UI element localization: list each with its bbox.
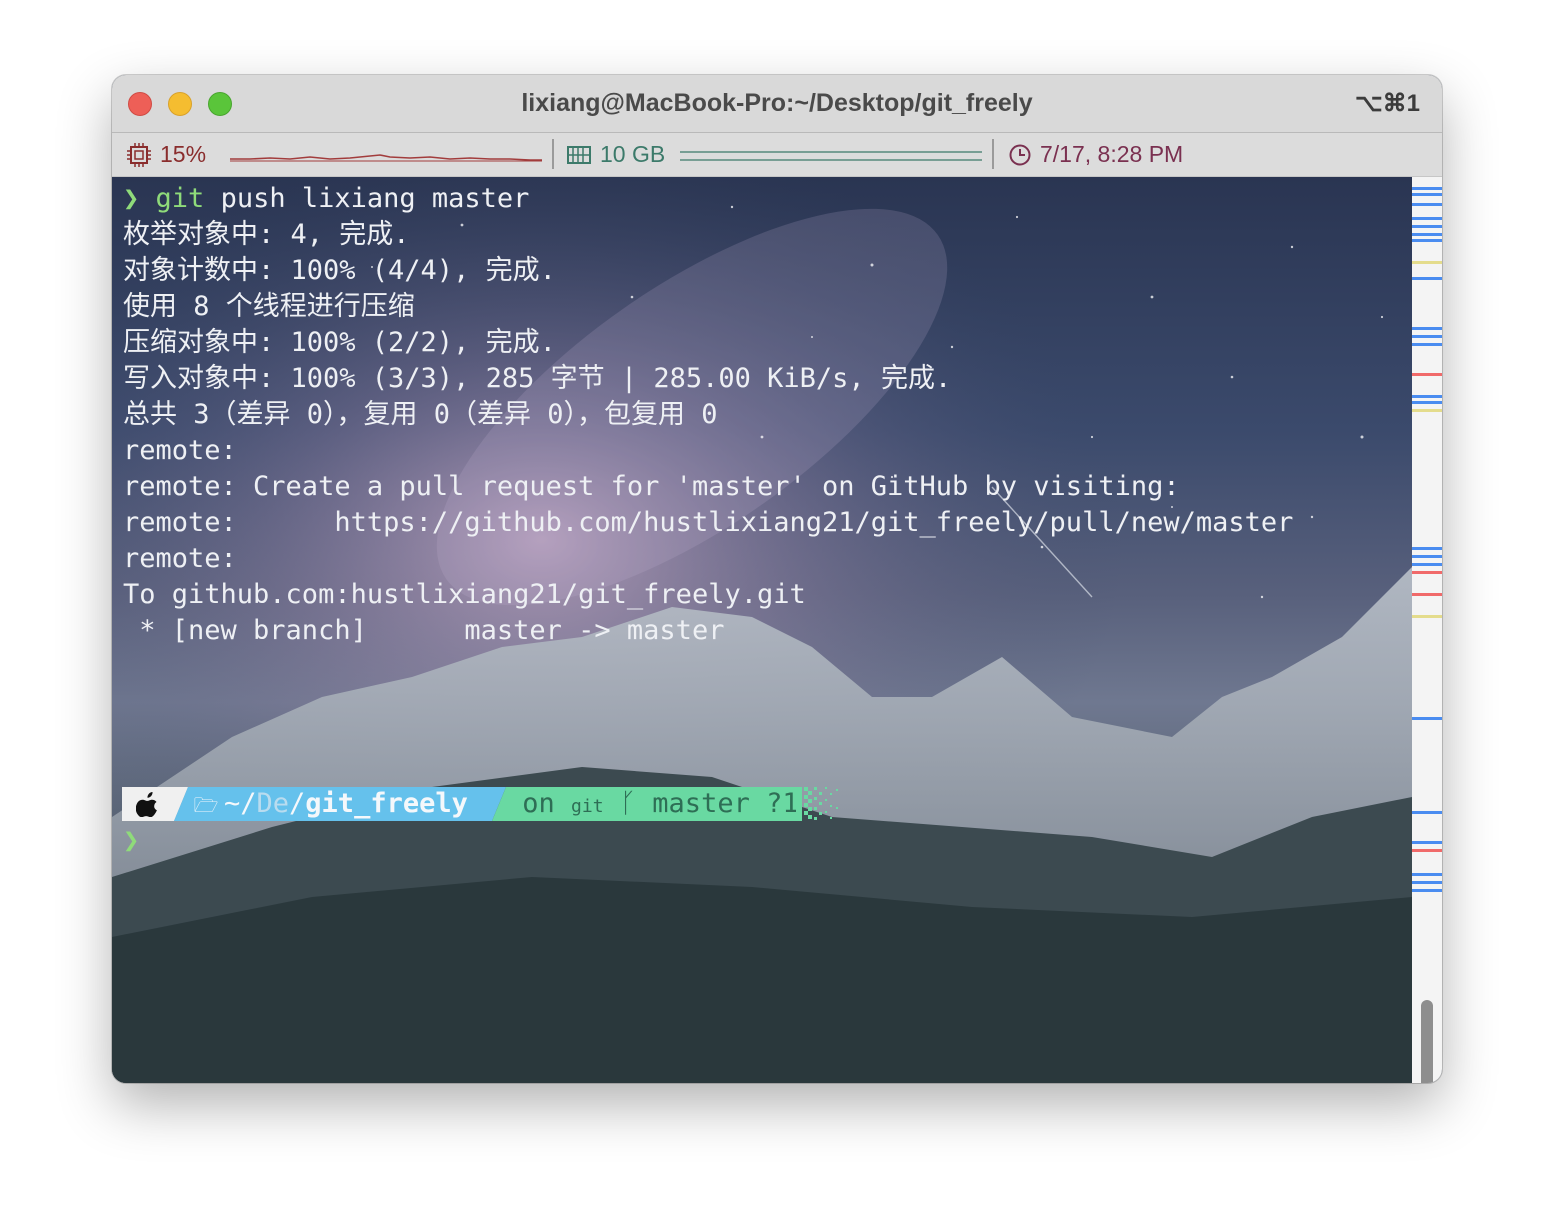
cpu-sparkline xyxy=(230,154,542,162)
output-line: remote: xyxy=(123,543,237,574)
scroll-mark xyxy=(1412,225,1442,228)
command-name: git xyxy=(155,183,205,214)
command-line: ❯ git push lixiang master xyxy=(123,181,529,217)
path-home: ~/ xyxy=(224,788,257,819)
status-bar: 15% 10 GB 7/17, 8:28 PM xyxy=(112,133,1442,177)
terminal-window: lixiang@MacBook-Pro:~/Desktop/git_freely… xyxy=(112,75,1442,1083)
branch-name: master xyxy=(652,788,750,819)
output-line: To github.com:hustlixiang21/git_freely.g… xyxy=(123,579,806,610)
scroll-mark xyxy=(1412,239,1442,242)
output-line: remote: xyxy=(123,435,237,466)
scroll-mark xyxy=(1412,841,1442,844)
clock-icon xyxy=(1009,144,1031,165)
branch-icon: ᚴ xyxy=(619,788,637,819)
output-line: 总共 3（差异 0），复用 0（差异 0），包复用 0 xyxy=(123,399,718,430)
output-line: * [new branch] master -> master xyxy=(123,615,725,646)
window-title: lixiang@MacBook-Pro:~/Desktop/git_freely xyxy=(521,89,1033,117)
scroll-mark xyxy=(1412,335,1442,338)
prompt-divider xyxy=(172,787,188,821)
scroll-mark xyxy=(1412,233,1442,236)
scroll-mark xyxy=(1412,811,1442,814)
folder-icon: 🗁 xyxy=(193,793,219,817)
scroll-mark xyxy=(1412,717,1442,720)
path-dim: De xyxy=(256,788,290,819)
apple-icon xyxy=(136,792,157,817)
scroll-mark xyxy=(1412,615,1442,618)
on-label: on xyxy=(522,788,555,819)
status-divider xyxy=(992,139,994,169)
cpu-value: 15% xyxy=(160,141,207,167)
output-line: 压缩对象中: 100% (2/2), 完成. xyxy=(123,327,556,358)
memory-value: 10 GB xyxy=(600,141,666,167)
output-line: 对象计数中: 100% (4/4), 完成. xyxy=(123,255,556,286)
scroll-mark xyxy=(1412,881,1442,884)
memory-icon xyxy=(567,145,591,164)
scroll-mark xyxy=(1412,401,1442,404)
clock-value: 7/17, 8:28 PM xyxy=(1040,141,1184,167)
scroll-mark xyxy=(1412,343,1442,346)
prompt-divider xyxy=(490,787,506,821)
scroll-mark xyxy=(1412,563,1442,566)
memory-status: 10 GB xyxy=(566,141,665,168)
output-line: 枚举对象中: 4, 完成. xyxy=(123,219,410,250)
path-dir: git_freely xyxy=(305,788,468,819)
window-shortcut: ⌥⌘1 xyxy=(1354,90,1420,117)
terminal-pane[interactable]: ❯ git push lixiang master 枚举对象中: 4, 完成. … xyxy=(112,177,1412,1083)
output-line: 使用 8 个线程进行压缩 xyxy=(123,291,415,322)
cpu-status: 15% xyxy=(126,141,206,168)
scroll-mark xyxy=(1412,593,1442,596)
prompt-fade xyxy=(796,787,838,821)
scrollbar[interactable] xyxy=(1412,177,1442,1083)
scroll-mark xyxy=(1412,187,1442,190)
scroll-mark xyxy=(1412,217,1442,220)
git-icon: git xyxy=(571,796,604,817)
scroll-mark xyxy=(1412,373,1442,376)
output-line: remote: Create a pull request for 'maste… xyxy=(123,471,1180,502)
scroll-mark xyxy=(1412,203,1442,206)
git-status: ?1 xyxy=(766,788,799,819)
title-bar[interactable]: lixiang@MacBook-Pro:~/Desktop/git_freely… xyxy=(112,75,1442,133)
cpu-icon xyxy=(127,142,151,167)
scroll-mark xyxy=(1412,555,1442,558)
output-line: 写入对象中: 100% (3/3), 285 字节 | 285.00 KiB/s… xyxy=(123,363,952,394)
prompt-arrow: ❯ xyxy=(123,183,140,214)
prompt-git-segment: on git ᚴ master ?1 xyxy=(506,787,799,821)
cursor-prompt[interactable]: ❯ xyxy=(123,825,139,856)
scroll-mark xyxy=(1412,277,1442,280)
scroll-mark xyxy=(1412,193,1442,196)
command-args: push lixiang master xyxy=(204,183,530,214)
scroll-mark xyxy=(1412,571,1442,574)
memory-sparkline xyxy=(680,151,982,161)
path-separator: / xyxy=(289,788,306,819)
scroll-mark xyxy=(1412,873,1442,876)
scroll-mark xyxy=(1412,327,1442,330)
scroll-mark xyxy=(1412,849,1442,852)
scroll-mark xyxy=(1412,395,1442,398)
prompt-path-segment[interactable]: 🗁 ~/De/git_freely xyxy=(188,787,492,821)
clock-status: 7/17, 8:28 PM xyxy=(1008,141,1183,168)
scroll-mark xyxy=(1412,409,1442,412)
scroll-mark xyxy=(1412,547,1442,550)
prompt-os-segment xyxy=(122,787,174,821)
status-divider xyxy=(552,139,554,169)
scrollbar-thumb[interactable] xyxy=(1421,1000,1433,1083)
output-line[interactable]: remote: https://github.com/hustlixiang21… xyxy=(123,505,1293,541)
scroll-mark xyxy=(1412,261,1442,264)
scroll-mark xyxy=(1412,889,1442,892)
